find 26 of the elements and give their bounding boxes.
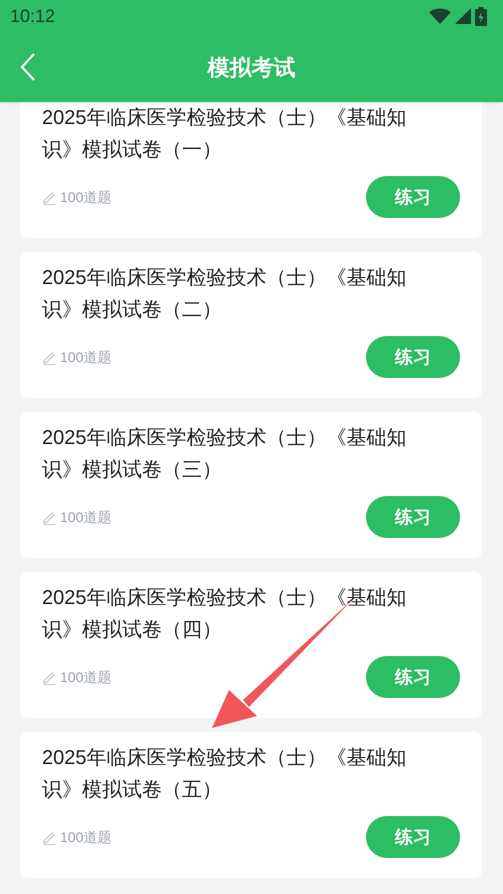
question-count: 100道题 xyxy=(60,668,112,686)
exam-title: 2025年临床医学检验技术（士）《基础知识》模拟试卷（一） xyxy=(42,106,408,163)
question-count: 100道题 xyxy=(60,348,112,366)
pencil-icon xyxy=(42,830,57,844)
page-title: 模拟考试 xyxy=(208,54,296,82)
signal-icon xyxy=(455,8,471,24)
pencil-icon xyxy=(42,670,57,684)
exam-card[interactable]: 2025年临床医学检验技术（士）《基础知识》模拟试卷（二） 100道题 练习 xyxy=(20,252,482,398)
exam-title: 2025年临床医学检验技术（士）《基础知识》模拟试卷（三） xyxy=(42,426,408,483)
question-count: 100道题 xyxy=(60,828,112,846)
status-time: 10:12 xyxy=(10,4,56,28)
exam-card[interactable]: 2025年临床医学检验技术（士）《基础知识》模拟试卷（一） 100道题 练习 xyxy=(20,102,482,238)
pencil-icon xyxy=(42,510,57,524)
question-count: 100道题 xyxy=(60,508,112,526)
battery-icon xyxy=(475,6,487,26)
back-icon xyxy=(20,53,36,81)
exam-title: 2025年临床医学检验技术（士）《基础知识》模拟试卷（五） xyxy=(42,746,408,803)
question-count: 100道题 xyxy=(60,188,112,206)
pencil-icon xyxy=(42,190,57,204)
wifi-icon xyxy=(429,8,451,24)
exam-card[interactable]: 2025年临床医学检验技术（士）《基础知识》模拟试卷（三） 100道题 练习 xyxy=(20,412,482,558)
exam-card[interactable]: 2025年临床医学检验技术（士）《基础知识》模拟试卷（五） 100道题 练习 xyxy=(20,732,482,878)
pencil-icon xyxy=(42,350,57,364)
exam-title: 2025年临床医学检验技术（士）《基础知识》模拟试卷（二） xyxy=(42,266,408,323)
exam-card[interactable]: 2025年临床医学检验技术（士）《基础知识》模拟试卷（四） 100道题 练习 xyxy=(20,572,482,718)
exam-title: 2025年临床医学检验技术（士）《基础知识》模拟试卷（四） xyxy=(42,586,408,643)
